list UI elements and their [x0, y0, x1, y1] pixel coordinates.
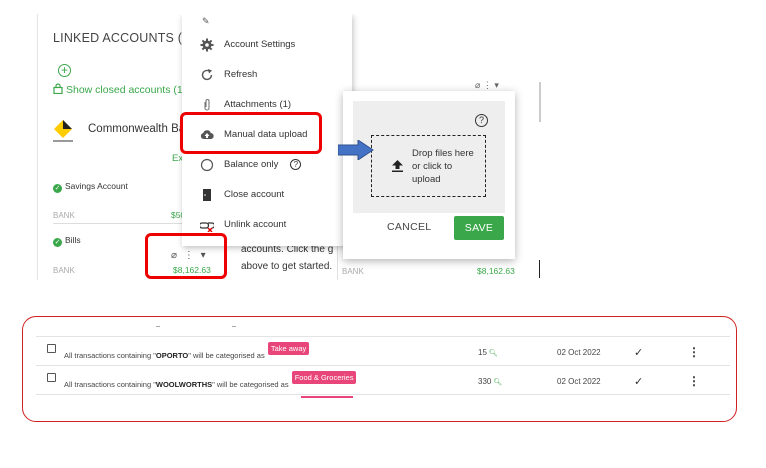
rule-row[interactable]: All transactions containing "WOOLWORTHS"… [36, 366, 730, 394]
rule-prefix: All transactions containing " [64, 380, 156, 389]
category-tag[interactable]: Food & Groceries [291, 371, 357, 384]
row-checkbox[interactable] [47, 373, 56, 382]
account-type: BANK [53, 266, 75, 275]
menu-label: Unlink account [224, 219, 287, 230]
rule-row[interactable]: All transactions containing "OPORTO" wil… [36, 337, 730, 365]
more-vert-icon[interactable]: ⋮ [688, 345, 700, 359]
rule-date: 02 Oct 2022 [557, 377, 601, 386]
drop-files-text: Drop files here or click to upload [412, 148, 474, 185]
gear-icon [200, 38, 214, 52]
rule-date: 02 Oct 2022 [557, 348, 601, 357]
account-savings[interactable]: ✓ Savings Account [53, 181, 128, 193]
rule-suffix: " will be categorised as [188, 351, 265, 360]
menu-label: Attachments (1) [224, 99, 292, 110]
background-account-actions: ⌀ ⋮ ▾ [475, 80, 499, 90]
menu-item-balance-only[interactable]: Balance only? [182, 152, 352, 178]
unlink-icon [200, 222, 214, 232]
tick-mark [232, 326, 236, 327]
help-icon[interactable]: ? [475, 114, 488, 127]
show-closed-label: Show closed accounts (10) [66, 84, 193, 96]
highlight-manual-upload [180, 112, 322, 154]
text-cursor [539, 260, 540, 278]
radio-icon[interactable] [200, 158, 214, 172]
menu-item-close-account[interactable]: Close account [182, 182, 352, 208]
active-indicator [301, 396, 353, 398]
checkmark-icon: ✓ [634, 376, 644, 388]
manual-upload-dialog: ? Drop files here or click to upload CAN… [343, 91, 515, 259]
count-value: 15 [478, 348, 487, 357]
highlight-account-actions [145, 233, 227, 279]
pencil-icon: ✎ [202, 16, 210, 26]
menu-label: Refresh [224, 69, 258, 80]
help-icon[interactable]: ? [290, 159, 302, 170]
rule-suffix: " will be categorised as [212, 380, 289, 389]
menu-label: Account Settings [224, 39, 296, 50]
menu-label: Close account [224, 189, 285, 200]
commonwealth-bank-logo [53, 120, 73, 142]
search-icon[interactable]: 🔍︎ [493, 379, 502, 386]
rule-prefix: All transactions containing " [64, 351, 156, 360]
background-balance: $8,162.63 [477, 266, 515, 276]
rule-description: All transactions containing "OPORTO" wil… [64, 342, 310, 362]
count-value: 330 [478, 377, 492, 386]
divider [53, 223, 203, 224]
check-circle-icon: ✓ [53, 184, 62, 193]
cancel-button[interactable]: CANCEL [387, 221, 431, 233]
blue-arrow-annotation [338, 140, 374, 160]
menu-item-refresh[interactable]: Refresh [182, 62, 352, 88]
refresh-icon [201, 69, 213, 81]
empty-state-line-2: above to get started. [241, 261, 333, 272]
search-icon[interactable]: 🔍︎ [489, 350, 498, 357]
category-tag[interactable]: Take away [267, 342, 310, 355]
tick-mark [156, 326, 160, 327]
account-name: Bills [65, 235, 81, 245]
background-bank-label: BANK [342, 267, 364, 276]
upload-area: ? Drop files here or click to upload [353, 101, 505, 213]
check-circle-icon: ✓ [53, 238, 62, 247]
balance-only-label: Balance only [224, 159, 279, 170]
account-name: Savings Account [65, 181, 128, 191]
menu-label: Balance only? [224, 159, 302, 170]
lock-icon [53, 83, 63, 94]
scrollbar[interactable] [539, 82, 541, 122]
drop-zone[interactable]: Drop files here or click to upload [371, 135, 486, 197]
row-checkbox[interactable] [47, 344, 56, 353]
paperclip-icon [204, 99, 210, 111]
account-type: BANK [53, 211, 75, 220]
rule-keyword: OPORTO [155, 351, 189, 360]
account-bills[interactable]: ✓ Bills [53, 235, 81, 247]
menu-item-account-settings[interactable]: Account Settings [182, 32, 352, 58]
linked-accounts-title: LINKED ACCOUNTS (19) [53, 31, 201, 45]
upload-arrow-icon [392, 160, 403, 172]
checkmark-icon: ✓ [634, 347, 644, 359]
match-count[interactable]: 330 🔍︎ [478, 377, 502, 386]
match-count[interactable]: 15 🔍︎ [478, 348, 498, 357]
rule-keyword: WOOLWORTHS [155, 380, 213, 389]
save-button[interactable]: SAVE [454, 216, 504, 240]
more-vert-icon[interactable]: ⋮ [688, 374, 700, 388]
show-closed-accounts-link[interactable]: Show closed accounts (10) [53, 83, 192, 96]
divider [36, 394, 730, 395]
add-account-icon[interactable]: + [58, 64, 71, 77]
door-icon [203, 189, 211, 201]
rule-description: All transactions containing "WOOLWORTHS"… [64, 371, 357, 391]
